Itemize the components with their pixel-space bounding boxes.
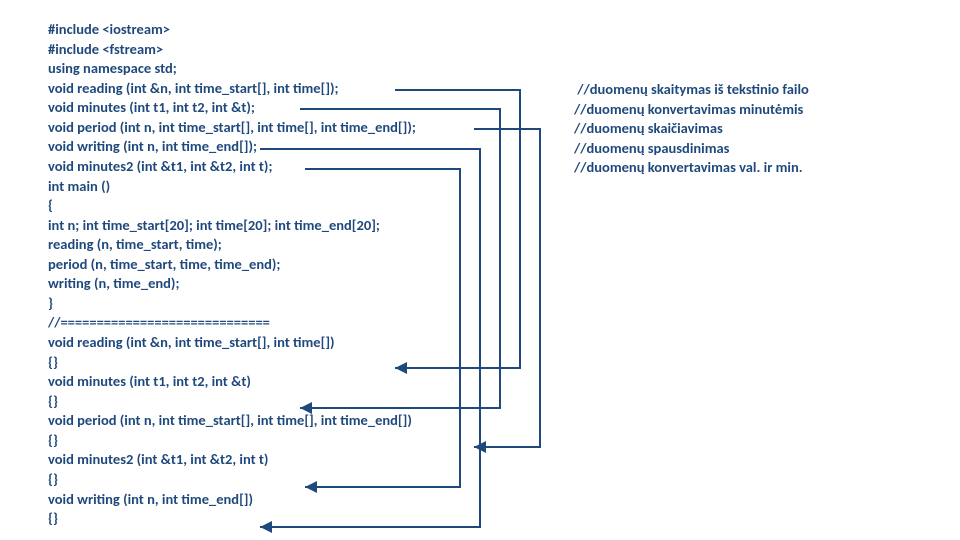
code-line: void minutes2 (int &t1, int &t2, int t);	[48, 157, 960, 177]
code-line: #include <iostream>	[48, 20, 960, 40]
code-line: void period (int n, int time_start[], in…	[48, 411, 960, 431]
code-line: int n; int time_start[20]; int time[20];…	[48, 216, 960, 236]
code-line: reading (n, time_start, time);	[48, 235, 960, 255]
comment-line: //duomenų skaičiavimas	[574, 119, 809, 139]
code-line: {}	[48, 353, 960, 373]
code-line: //=============================	[48, 313, 960, 333]
code-line: {}	[48, 431, 960, 451]
code-line: void reading (int &n, int time_start[], …	[48, 333, 960, 353]
code-block: #include <iostream> #include <fstream> u…	[48, 20, 960, 529]
code-line: using namespace std;	[48, 59, 960, 79]
comment-block: //duomenų skaitymas iš tekstinio failo /…	[574, 80, 809, 178]
comment-line: //duomenų skaitymas iš tekstinio failo	[574, 80, 809, 100]
comment-line: //duomenų konvertavimas val. ir min.	[574, 158, 809, 178]
code-line: void minutes (int t1, int t2, int &t);	[48, 98, 960, 118]
code-line: void writing (int n, int time_end[])	[48, 490, 960, 510]
code-line: void minutes (int t1, int t2, int &t)	[48, 372, 960, 392]
comment-line: //duomenų konvertavimas minutėmis	[574, 100, 809, 120]
code-line: int main ()	[48, 177, 960, 197]
code-line: {	[48, 196, 960, 216]
code-line: {}	[48, 470, 960, 490]
code-line: {}	[48, 509, 960, 529]
code-line: period (n, time_start, time, time_end);	[48, 255, 960, 275]
code-line: {}	[48, 392, 960, 412]
code-line: void writing (int n, int time_end[]);	[48, 137, 960, 157]
code-line: void reading (int &n, int time_start[], …	[48, 79, 960, 99]
code-line: }	[48, 294, 960, 314]
code-line: void minutes2 (int &t1, int &t2, int t)	[48, 450, 960, 470]
code-line: writing (n, time_end);	[48, 274, 960, 294]
code-line: void period (int n, int time_start[], in…	[48, 118, 960, 138]
code-line: #include <fstream>	[48, 40, 960, 60]
comment-line: //duomenų spausdinimas	[574, 139, 809, 159]
code-page: #include <iostream> #include <fstream> u…	[0, 0, 960, 529]
